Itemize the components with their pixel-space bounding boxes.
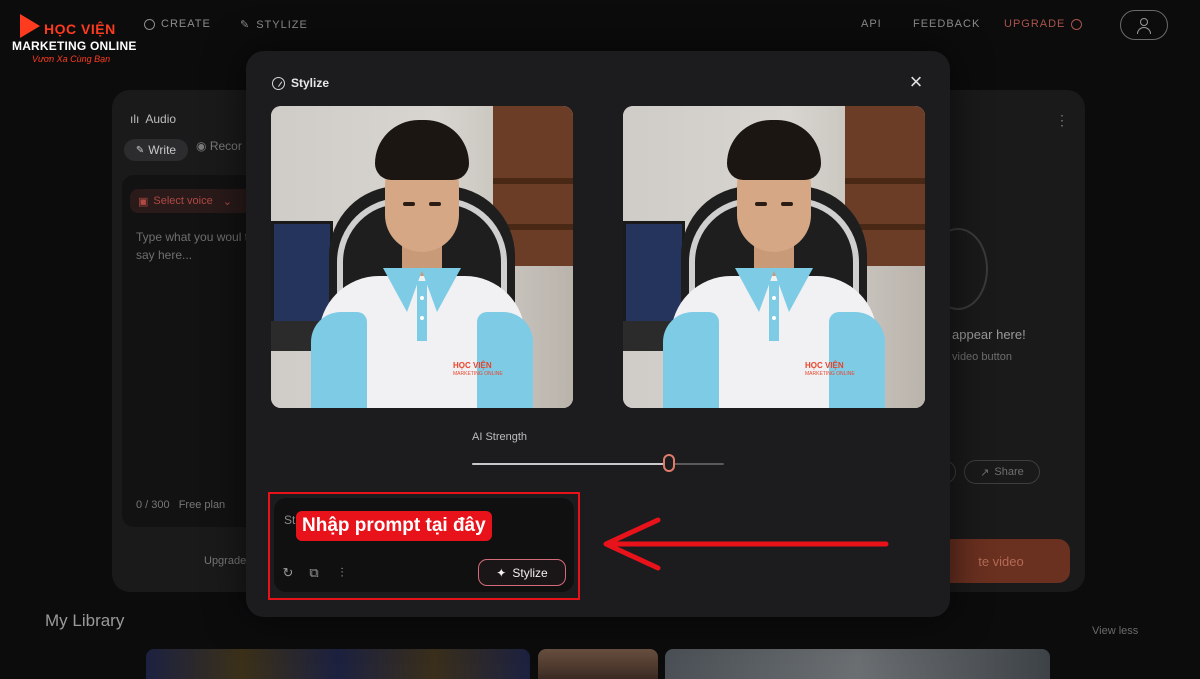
modal-header: Stylize [272,76,329,90]
plus-circle-icon [144,18,155,30]
watermark-logo: HỌC VIỆN MARKETING ONLINE Vươn Xa Cùng B… [10,12,140,66]
play-logo-icon [20,14,40,38]
nav-create[interactable]: CREATE [144,18,211,30]
stylize-icon [272,76,285,90]
shirt-logo: HỌC VIỆN MARKETING ONLINE [805,361,855,378]
char-counter: 0 / 300 Free plan [136,499,225,511]
nav-api[interactable]: API [861,18,882,30]
view-less-link[interactable]: View less [1092,625,1138,637]
audio-panel-header: ılı Audio [130,112,176,126]
annotation-arrow [603,517,889,571]
ai-strength-slider-handle[interactable] [662,454,675,472]
nav-stylize[interactable]: ✎ STYLIZE [240,18,308,32]
upgrade-link[interactable]: Upgrade [204,555,246,567]
stylized-video-preview: HỌC VIỆN MARKETING ONLINE [623,106,925,408]
tab-write-label: Write [148,143,177,157]
nav-feedback-label: FEEDBACK [913,18,981,30]
record-icon: ◉ [196,139,210,153]
nav-create-label: CREATE [161,18,211,30]
nav-upgrade[interactable]: UPGRADE [1004,18,1083,30]
tab-write[interactable]: ✎ Write [124,139,188,161]
library-title: My Library [45,611,125,630]
empty-state-hint: video button [952,351,1012,363]
plus-circle-icon [1071,18,1083,30]
nav-stylize-label: STYLIZE [256,18,308,31]
pen-icon: ✎ [135,144,145,156]
close-icon[interactable]: × [906,71,926,93]
tab-record-label: Recor [209,139,242,153]
chevron-down-icon: ⌄ [222,195,232,208]
more-options-icon[interactable]: ⋮ [1055,112,1069,129]
audio-panel-title: Audio [145,112,177,126]
empty-state-title: appear here! [952,327,1026,342]
share-icon: ↗ [980,466,990,479]
logo-text-line3: Vươn Xa Cùng Bạn [32,54,111,64]
ai-strength-slider-fill [472,463,669,465]
shirt-logo: HỌC VIỆN MARKETING ONLINE [453,361,503,378]
nav-feedback[interactable]: FEEDBACK [913,18,980,30]
logo-text-line1: HỌC VIỆN [44,21,116,37]
share-label: Share [994,466,1024,478]
select-voice-dropdown[interactable]: ▣ Select voice ⌄ [130,189,252,213]
top-nav: CREATE ✎ STYLIZE API FEEDBACK UPGRADE [0,0,1200,52]
annotation-highlight-box [268,492,580,600]
user-account-button[interactable] [1120,10,1168,40]
original-video-preview: HỌC VIỆN MARKETING ONLINE [271,106,573,408]
ai-strength-label: AI Strength [472,431,528,443]
logo-text-line2: MARKETING ONLINE [12,39,137,53]
nav-upgrade-label: UPGRADE [1004,18,1066,30]
annotation-label: Nhập prompt tại đây [296,511,492,541]
tab-record[interactable]: ◉ Recor [196,139,242,153]
waveform-icon: ılı [130,112,140,126]
modal-title: Stylize [291,76,330,90]
voice-icon: ▣ [138,195,149,208]
counter-value: 0 / 300 [136,499,170,511]
select-voice-label: Select voice [153,195,213,207]
user-icon [1140,18,1148,26]
share-button[interactable]: ↗ Share [964,460,1040,484]
brush-icon: ✎ [240,19,251,31]
plan-label: Free plan [178,499,226,511]
create-video-button[interactable]: te video [932,539,1070,583]
nav-api-label: API [861,18,882,30]
